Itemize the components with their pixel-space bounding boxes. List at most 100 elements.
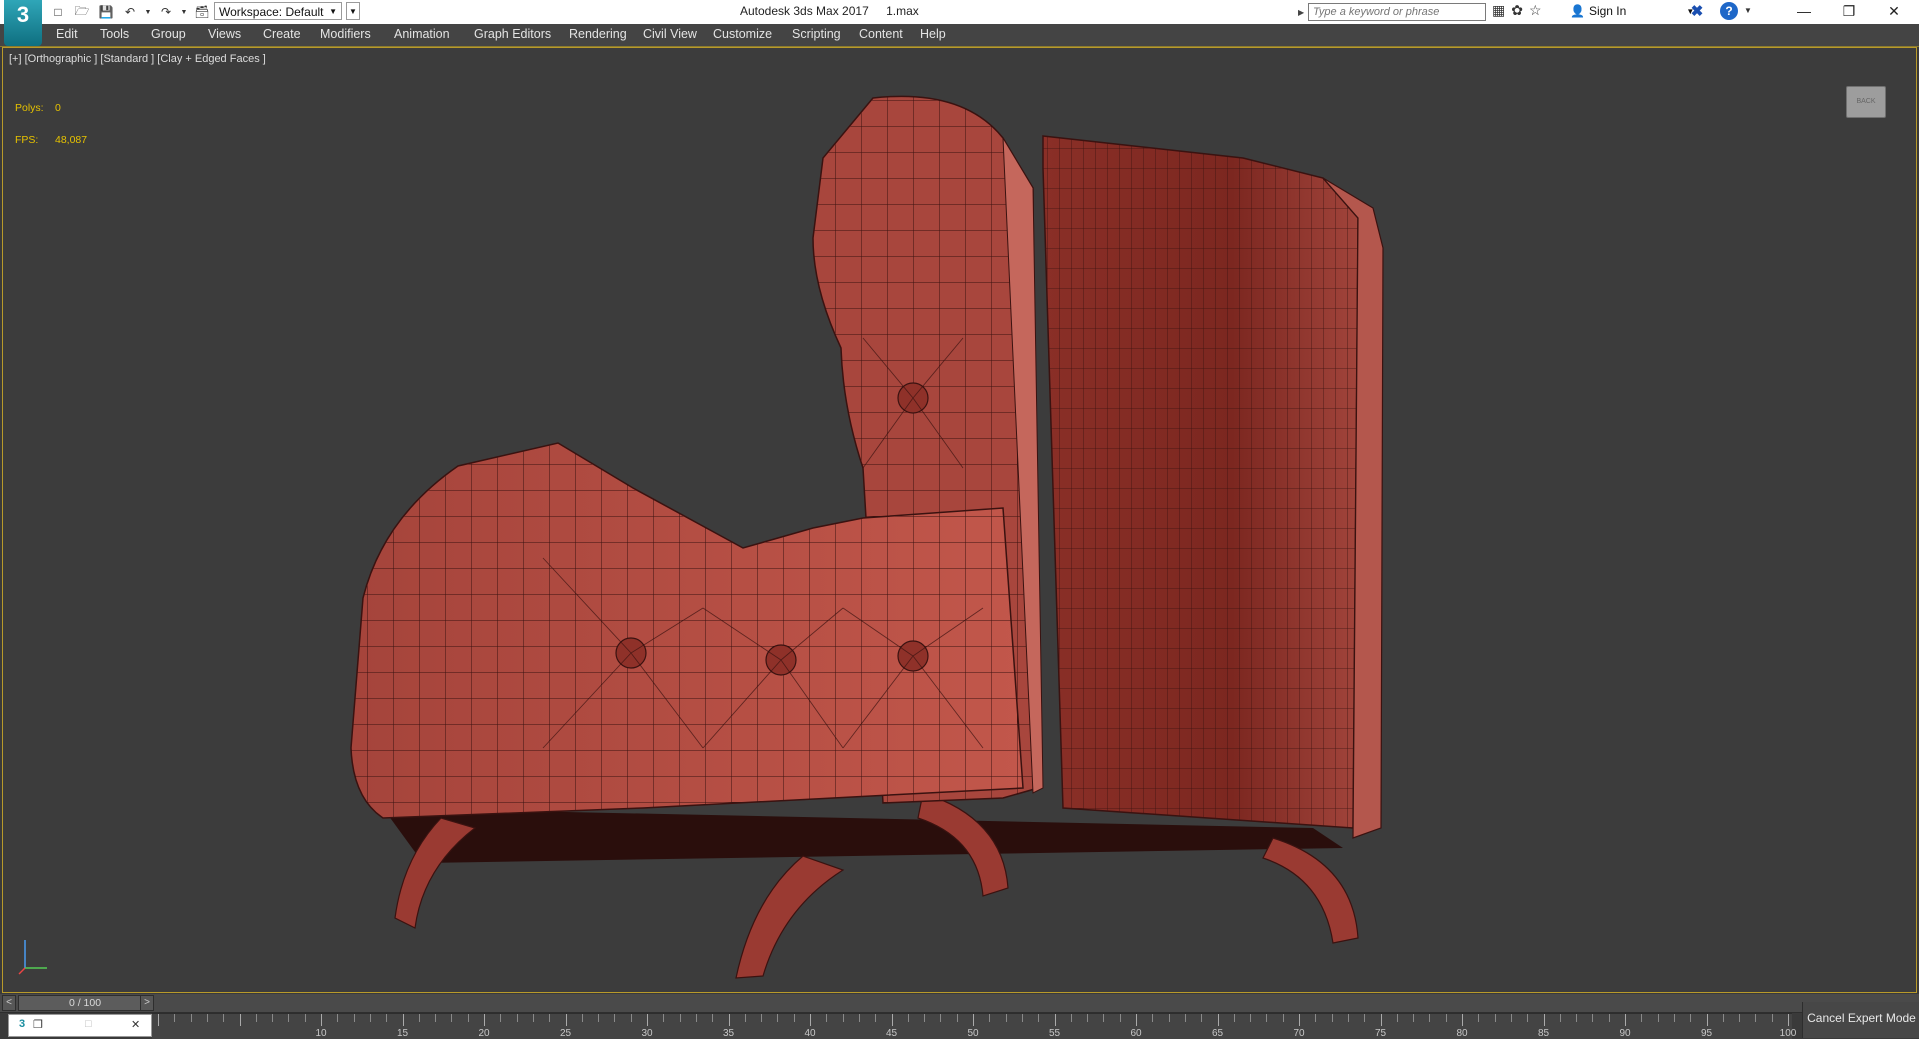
redo-icon[interactable]: ↷ (156, 3, 176, 21)
timeline-tick (1021, 1014, 1023, 1022)
search-expand-icon[interactable]: ▶ (1298, 8, 1308, 17)
timeline-tick (1576, 1014, 1578, 1022)
timeline-tick (1119, 1014, 1121, 1022)
timeline-tick (565, 1014, 567, 1026)
timeline-tick (1413, 1014, 1415, 1022)
timeline-tick-label: 35 (722, 1028, 735, 1039)
timeline-tick (272, 1014, 274, 1022)
timeline-tick (1510, 1014, 1512, 1022)
undo-dropdown-icon[interactable]: ▼ (144, 3, 152, 21)
menu-modifiers[interactable]: Modifiers (318, 27, 373, 41)
menu-edit[interactable]: Edit (54, 27, 80, 41)
menu-help[interactable]: Help (918, 27, 948, 41)
timeline-tick (1462, 1014, 1463, 1026)
timeline-tick-label: 100 (1779, 1028, 1797, 1039)
timeline-tick-label: 60 (1130, 1028, 1142, 1039)
app-logo-icon[interactable]: 3 (4, 0, 42, 46)
chevron-down-icon[interactable]: ▼ (1744, 6, 1752, 15)
new-file-icon[interactable]: □ (48, 3, 68, 21)
menu-group[interactable]: Group (149, 27, 188, 41)
menu-tools[interactable]: Tools (98, 27, 131, 41)
menu-graph-editors[interactable]: Graph Editors (472, 27, 553, 41)
timeline-tick (1641, 1014, 1643, 1022)
timeline-tick (386, 1014, 388, 1022)
timeline-tick (581, 1014, 583, 1022)
timeline-tick (1380, 1014, 1382, 1026)
project-folder-icon[interactable]: 🗃 (192, 3, 212, 21)
restore-button[interactable]: ❐ (1826, 0, 1872, 24)
timeline-tick (158, 1014, 159, 1026)
timeline-tick (1445, 1014, 1447, 1022)
timeline-tick (777, 1014, 779, 1022)
help-icon[interactable]: ? (1720, 2, 1738, 20)
redo-dropdown-icon[interactable]: ▼ (180, 3, 188, 21)
menu-content[interactable]: Content (857, 27, 905, 41)
chevron-down-icon: ▼ (329, 7, 337, 16)
sign-in-label: Sign In (1588, 4, 1627, 18)
timeline-tick (1038, 1014, 1040, 1022)
window-max-icon[interactable]: □ (85, 1018, 92, 1030)
timeline-tick (1494, 1014, 1496, 1022)
close-icon[interactable]: ✕ (131, 1018, 140, 1031)
timeline-tick (695, 1014, 697, 1022)
timeline-tick (598, 1014, 600, 1022)
menu-create[interactable]: Create (261, 27, 303, 41)
timeline-tick (647, 1014, 648, 1026)
armchair-model[interactable] (3, 48, 1916, 992)
timeline-tick (1690, 1014, 1692, 1022)
timeline-tick-label: 65 (1211, 1028, 1224, 1039)
timeline-tick (1657, 1014, 1659, 1022)
timeline-tick-label: 40 (804, 1028, 816, 1039)
timeline-tick (321, 1014, 322, 1026)
timeline-tick (255, 1014, 257, 1022)
timeline-tick (1364, 1014, 1366, 1022)
timeline-tick (1087, 1014, 1089, 1022)
favorites-star-icon[interactable]: ☆ (1529, 2, 1542, 19)
perspective-viewport[interactable]: [+] [Orthographic ] [Standard ] [Clay + … (2, 47, 1917, 993)
timeline-tick-label: 50 (967, 1028, 979, 1039)
timeline-tick (1184, 1014, 1186, 1022)
menu-customize[interactable]: Customize (711, 27, 774, 41)
timeline-tick (1217, 1014, 1219, 1026)
timeline-tick (842, 1014, 844, 1022)
prev-frame-button[interactable]: < (2, 995, 16, 1011)
open-file-icon[interactable]: 🗁 (72, 3, 92, 21)
timeline-tick (1005, 1014, 1007, 1022)
axis-tripod-icon (18, 940, 47, 975)
subscription-icon[interactable]: ✿ (1511, 2, 1523, 19)
window-restore-icon[interactable]: ❐ (33, 1018, 43, 1031)
timeline-tick (1673, 1014, 1675, 1022)
menu-views[interactable]: Views (206, 27, 243, 41)
menu-rendering[interactable]: Rendering (567, 27, 629, 41)
timeline-tick-label: 90 (1619, 1028, 1631, 1039)
quick-access-toolbar: □ 🗁 💾 ↶ ▼ ↷ ▼ 🗃 (48, 2, 212, 22)
menu-scripting[interactable]: Scripting (790, 27, 843, 41)
timeline-tick (549, 1014, 551, 1022)
menu-civil-view[interactable]: Civil View (641, 27, 699, 41)
track-bar[interactable]: 10 15 20 25 30 35 40 45 50 55 60 65 70 75 80 85 90 95 100 (152, 1013, 1796, 1039)
timeline-tick-label: 70 (1293, 1028, 1305, 1039)
next-frame-button[interactable]: > (140, 995, 154, 1011)
save-file-icon[interactable]: 💾 (96, 3, 116, 21)
timeline-tick (1136, 1014, 1137, 1026)
undo-icon[interactable]: ↶ (120, 3, 140, 21)
sign-in-button[interactable]: 👤 Sign In ▼ (1570, 4, 1694, 18)
time-slider[interactable]: 0 / 100 (18, 995, 152, 1011)
timeline-tick (1070, 1014, 1072, 1022)
timeline-tick (810, 1014, 811, 1026)
timeline-tick (1396, 1014, 1398, 1022)
minimize-button[interactable]: — (1781, 0, 1827, 24)
search-input[interactable] (1308, 3, 1486, 21)
exchange-apps-icon[interactable]: ✖ (1688, 2, 1706, 20)
timeline-tick (1233, 1014, 1235, 1022)
timeline-tick (663, 1014, 665, 1022)
timeline-tick-label: 25 (559, 1028, 572, 1039)
cancel-expert-mode-button[interactable]: Cancel Expert Mode (1802, 1002, 1919, 1038)
menu-animation[interactable]: Animation (392, 27, 452, 41)
workspace-dropdown[interactable]: Workspace: Default ▼ (214, 2, 342, 20)
maxscript-mini-listener[interactable]: 3 ❐ □ ✕ (8, 1014, 152, 1037)
timeline-tick (761, 1014, 763, 1022)
binoculars-icon[interactable]: ▦ (1492, 2, 1505, 19)
workspace-menu-icon[interactable]: ▼ (346, 2, 360, 20)
close-button[interactable]: ✕ (1871, 0, 1917, 24)
